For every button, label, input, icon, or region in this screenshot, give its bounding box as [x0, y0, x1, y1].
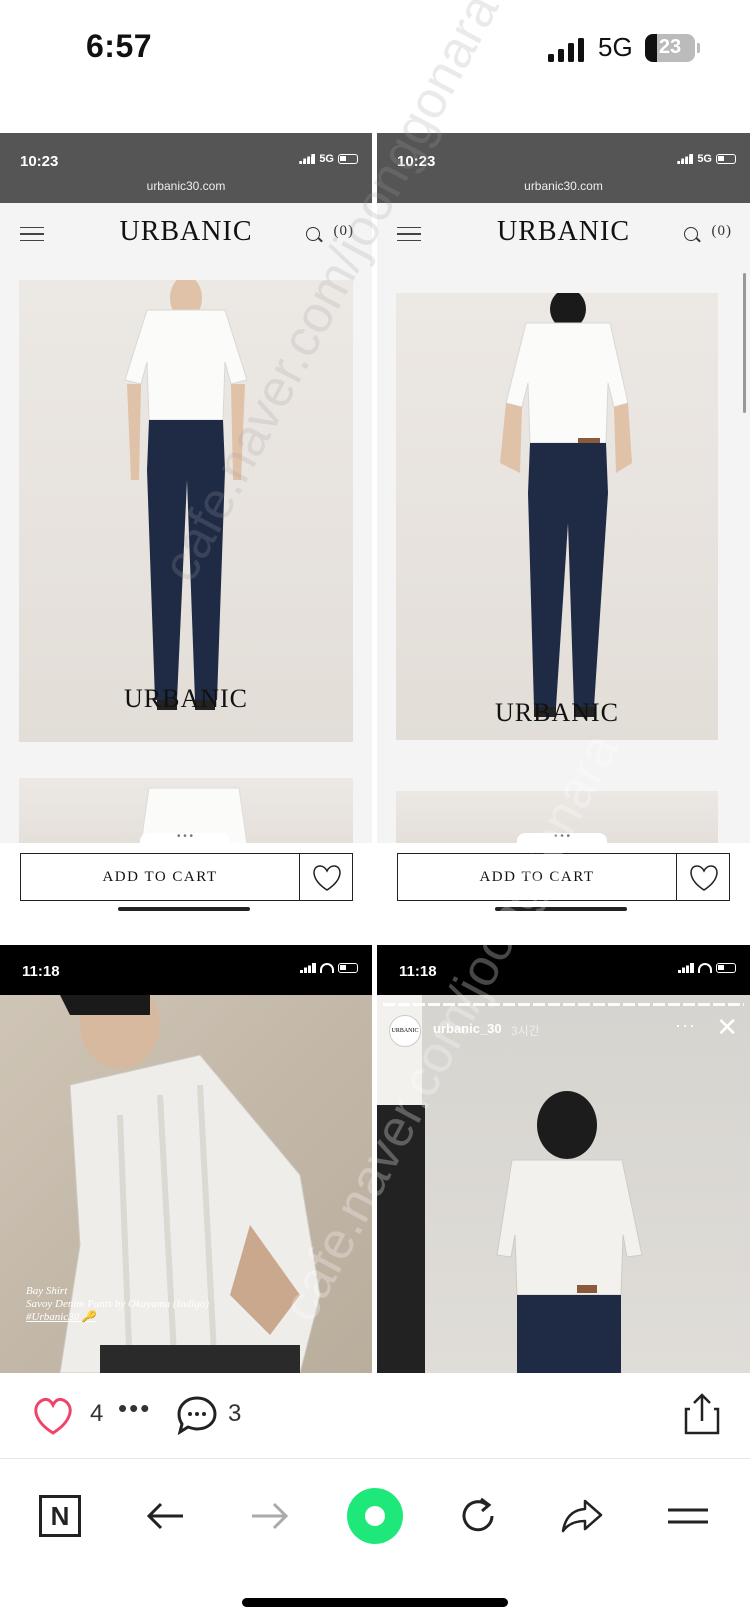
refresh-icon	[462, 1497, 494, 1532]
story-photo-back	[377, 995, 750, 1373]
story-indicators	[678, 963, 736, 973]
photo-logo-overlay: URBANIC	[123, 684, 248, 713]
wishlist-button[interactable]	[299, 853, 353, 901]
system-status-bar: 6:57 5G 23	[0, 0, 750, 100]
arrow-right-icon	[252, 1502, 289, 1530]
clock: 6:57	[86, 28, 153, 64]
scroll-indicator	[495, 907, 627, 911]
shop-header: URBANIC (0)	[377, 203, 750, 265]
model-back-figure	[377, 995, 643, 1373]
story-status-bar: 11:18	[377, 945, 750, 995]
cart-count: (0)	[333, 223, 354, 239]
signal-icon	[299, 154, 316, 164]
sheet-grabber[interactable]: • • •	[140, 832, 230, 845]
story-indicators	[300, 963, 358, 973]
home-indicator[interactable]	[242, 1598, 508, 1607]
story-clock: 11:18	[399, 963, 437, 980]
post-action-bar: 4 ••• 3	[0, 1373, 750, 1459]
signal-icon	[300, 963, 316, 973]
forward-button[interactable]	[240, 1488, 300, 1544]
story-caption: Bay Shirt Savoy Denim Pants by Okayama (…	[26, 1285, 209, 1324]
cellular-signal-icon	[548, 38, 584, 62]
story-username[interactable]: urbanic_30	[433, 1021, 502, 1036]
battery-icon	[716, 963, 736, 973]
sheet-grabber[interactable]: • • •	[517, 832, 607, 845]
story-screenshot-back[interactable]: 11:18 URBANIC urbanic_30 3시간 ··· ✕	[377, 945, 750, 1373]
heart-icon[interactable]	[30, 1395, 76, 1437]
search-icon	[306, 227, 320, 241]
cart-bar: • • • ADD TO CART	[0, 832, 372, 945]
shop-status-bar: 10:23 5G urbanic30.com	[0, 133, 372, 203]
battery-icon	[716, 154, 736, 164]
naver-home-button[interactable]: N	[30, 1488, 90, 1544]
shop-screenshot-back[interactable]: 10:23 5G urbanic30.com URBANIC (0) URBAN…	[377, 133, 750, 945]
cart-bar: • • • ADD TO CART	[377, 832, 750, 945]
caption-pants: Savoy Denim Pants by Okayama (Indigo)	[26, 1298, 209, 1310]
shop-indicators: 5G	[299, 153, 358, 165]
shop-url: urbanic30.com	[146, 179, 226, 193]
scroll-indicator	[118, 907, 250, 911]
heart-outline-icon	[690, 865, 718, 891]
browser-nav-bar: N	[0, 1460, 750, 1623]
cart-count: (0)	[711, 223, 732, 239]
add-to-cart-button[interactable]: ADD TO CART	[20, 853, 300, 901]
story-avatar[interactable]: URBANIC	[389, 1015, 421, 1047]
model-figure-back	[500, 289, 632, 717]
network-type: 5G	[598, 32, 633, 62]
signal-icon	[678, 963, 694, 973]
story-photo-side: Bay Shirt Savoy Denim Pants by Okayama (…	[0, 981, 372, 1373]
shop-header: URBANIC (0)	[0, 203, 372, 265]
battery-tip	[697, 43, 700, 53]
menu-button[interactable]	[658, 1488, 718, 1544]
battery-icon	[338, 154, 358, 164]
reload-button[interactable]	[448, 1488, 508, 1544]
shop-clock: 10:23	[20, 153, 59, 170]
story-time-ago: 3시간	[511, 1024, 540, 1038]
caption-hashtag[interactable]: #Urbanic30 🔑	[26, 1311, 209, 1324]
shop-clock: 10:23	[397, 153, 436, 170]
share-icon[interactable]	[684, 1393, 720, 1435]
battery-icon: 23	[645, 34, 695, 62]
naver-logo-icon: N	[39, 1495, 81, 1537]
share-page-button[interactable]	[552, 1488, 612, 1544]
product-photo-front: URBANIC	[19, 276, 353, 742]
back-button[interactable]	[135, 1488, 195, 1544]
story-more-icon[interactable]: ···	[675, 1015, 696, 1036]
green-dot-button[interactable]	[345, 1488, 405, 1544]
shop-indicators: 5G	[677, 153, 736, 165]
story-status-bar: 11:18	[0, 945, 372, 995]
scrollbar[interactable]	[743, 273, 746, 413]
wifi-icon	[320, 963, 334, 973]
comment-count: 3	[228, 1400, 242, 1427]
wishlist-button[interactable]	[676, 853, 730, 901]
story-progress-bar	[383, 1003, 744, 1006]
wifi-icon	[698, 963, 712, 973]
story-close-icon[interactable]: ✕	[716, 1013, 738, 1041]
hamburger-icon	[668, 1508, 708, 1524]
product-photo-back: URBANIC	[396, 289, 718, 740]
shop-status-bar: 10:23 5G urbanic30.com	[377, 133, 750, 203]
arrow-left-icon	[146, 1502, 183, 1530]
caption-shirt: Bay Shirt	[26, 1285, 68, 1297]
heart-outline-icon	[313, 865, 341, 891]
model-figure-front	[124, 276, 248, 710]
signal-icon	[677, 154, 694, 164]
battery-icon	[338, 963, 358, 973]
add-to-cart-button[interactable]: ADD TO CART	[397, 853, 677, 901]
shop-url: urbanic30.com	[524, 179, 603, 193]
story-clock: 11:18	[22, 963, 60, 980]
more-options-icon[interactable]: •••	[118, 1393, 151, 1424]
green-circle-icon	[347, 1488, 403, 1544]
shop-network: 5G	[697, 153, 712, 165]
photo-logo-overlay: URBANIC	[494, 698, 619, 727]
forward-share-icon	[561, 1499, 603, 1533]
story-screenshot-side[interactable]: 11:18 Bay Shirt Savoy Denim Pants by Oka…	[0, 945, 372, 1373]
like-count: 4	[90, 1400, 104, 1427]
shop-screenshot-front[interactable]: 10:23 5G urbanic30.com URBANIC (0) URBAN…	[0, 133, 372, 945]
search-icon	[684, 227, 698, 241]
shop-network: 5G	[319, 153, 334, 165]
post-image-grid: 10:23 5G urbanic30.com URBANIC (0) URBAN…	[0, 0, 750, 1373]
comment-icon[interactable]	[176, 1395, 218, 1435]
battery-level: 23	[658, 36, 682, 58]
